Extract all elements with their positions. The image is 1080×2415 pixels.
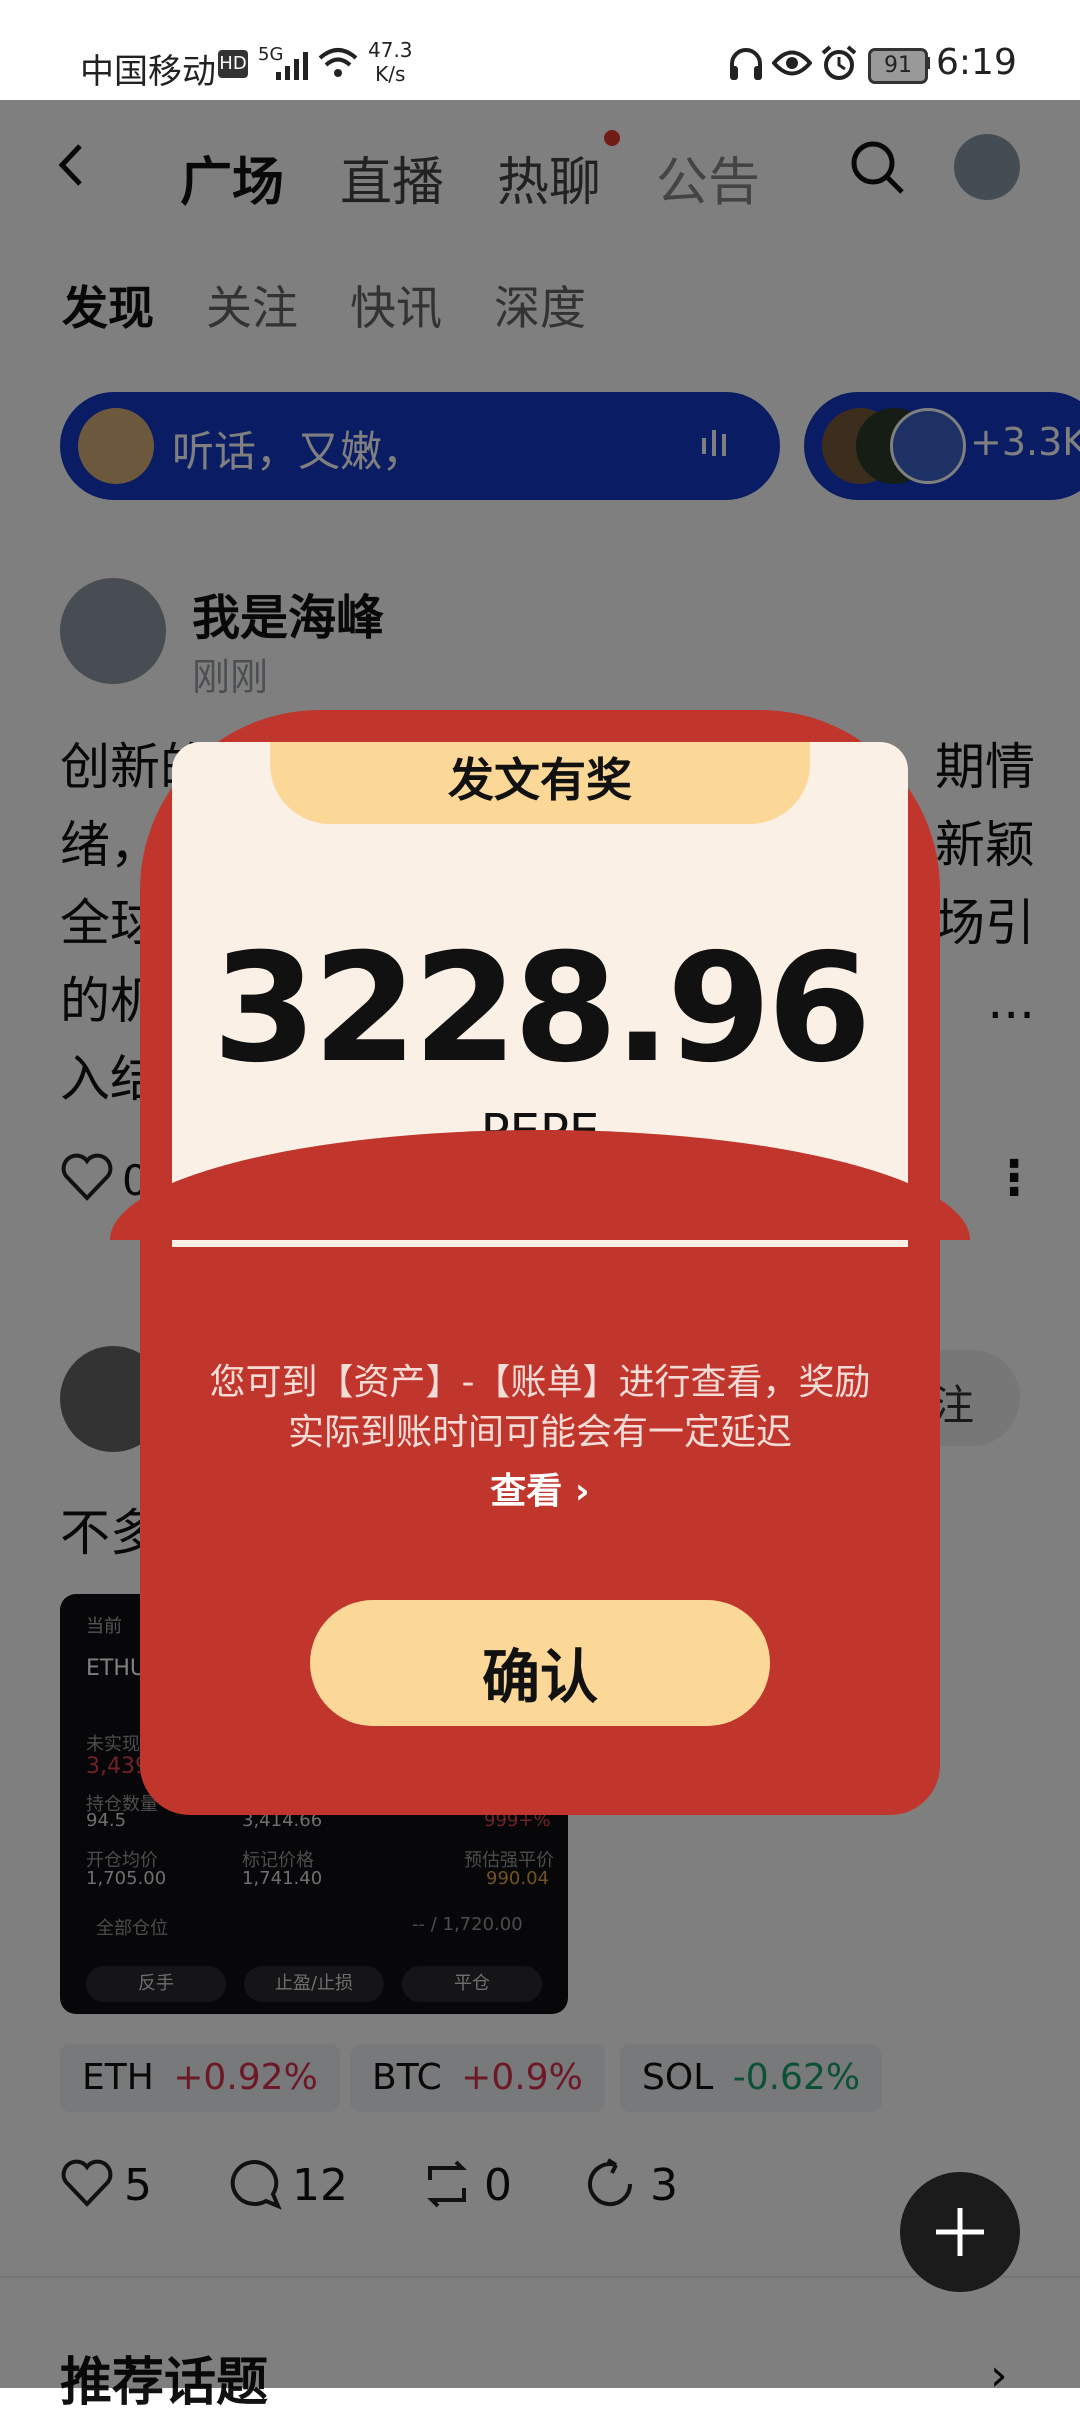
confirm-button[interactable]: 确认 — [310, 1600, 770, 1726]
create-post-button[interactable] — [900, 2172, 1020, 2292]
view-link[interactable]: 查看 › — [440, 1462, 640, 1514]
signal-icon — [276, 50, 312, 86]
clock: 6:19 — [936, 42, 1017, 83]
reward-desc-line: 您可到【资产】-【账单】进行查看，奖励 — [209, 1362, 871, 1403]
reward-desc-line: 实际到账时间可能会有一定延迟 — [287, 1412, 792, 1453]
hd-icon: HD — [218, 50, 248, 78]
battery-icon: 91 — [868, 48, 928, 84]
speed-value: 47.3 — [368, 38, 413, 62]
confirm-label: 确认 — [481, 1643, 598, 1711]
view-link-label: 查看 — [490, 1471, 563, 1512]
eye-icon — [771, 48, 813, 82]
reward-description: 您可到【资产】-【账单】进行查看，奖励 实际到账时间可能会有一定延迟 — [140, 1358, 940, 1458]
battery-tip — [925, 57, 930, 69]
plus-icon — [936, 2208, 984, 2256]
speed-indicator: 47.3 K/s — [368, 38, 413, 86]
headphones-icon — [728, 46, 764, 86]
status-bar: 中国移动 HD 5G 47.3 K/s 91 6:19 — [0, 0, 1080, 100]
reward-badge-label: 发文有奖 — [448, 753, 632, 807]
carrier-label: 中国移动 — [80, 52, 216, 92]
speed-unit: K/s — [375, 62, 406, 86]
wifi-icon — [318, 46, 358, 84]
reward-amount: 3228.96 — [212, 922, 871, 1096]
chevron-right-icon: › — [574, 1471, 590, 1512]
reward-badge: 发文有奖 — [270, 742, 810, 824]
alarm-icon — [820, 44, 858, 86]
